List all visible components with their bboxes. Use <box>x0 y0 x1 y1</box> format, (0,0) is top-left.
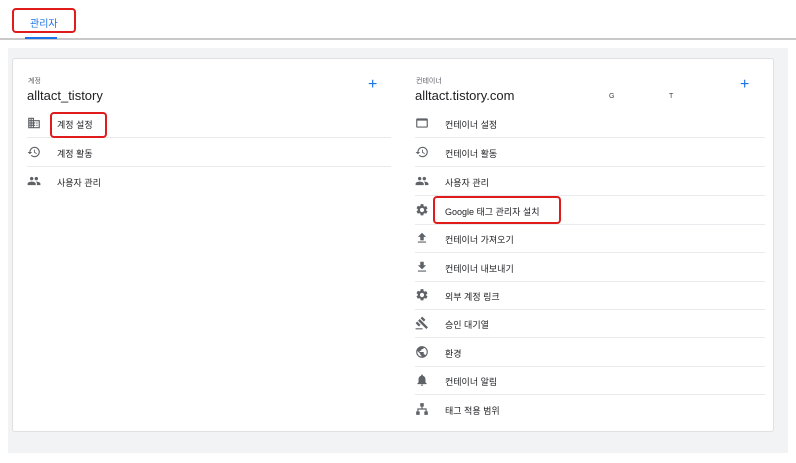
history-icon <box>27 146 40 158</box>
admin-card: 계정 alltact_tistory + 계정 설정 계정 활동 사용자 관리 … <box>12 58 774 432</box>
tag-coverage-label: 태그 적용 범위 <box>445 406 500 416</box>
container-user-management-item[interactable]: 사용자 관리 <box>415 168 765 196</box>
history-icon <box>415 146 428 158</box>
environments-item[interactable]: 환경 <box>415 339 765 367</box>
tab-admin-label: 관리자 <box>30 19 58 30</box>
download-icon <box>417 261 427 272</box>
container-meta-a: G <box>609 93 615 100</box>
container-notifications-label: 컨테이너 알림 <box>445 377 498 387</box>
export-container-label: 컨테이너 내보내기 <box>445 264 514 274</box>
bell-icon <box>417 374 427 386</box>
import-container-item[interactable]: 컨테이너 가져오기 <box>415 225 765 253</box>
export-container-item[interactable]: 컨테이너 내보내기 <box>415 254 765 282</box>
container-activity-label: 컨테이너 활동 <box>445 149 498 159</box>
browser-icon <box>416 118 428 128</box>
import-container-label: 컨테이너 가져오기 <box>445 235 514 245</box>
tab-admin[interactable]: 관리자 <box>12 8 76 33</box>
approval-queue-item[interactable]: 승인 대기열 <box>415 310 765 338</box>
highlight-account-settings <box>50 112 107 138</box>
tab-active-indicator <box>25 37 57 39</box>
gavel-icon <box>415 316 428 330</box>
container-meta-b: T <box>669 93 674 100</box>
account-user-management-label: 사용자 관리 <box>57 178 101 188</box>
account-activity-item[interactable]: 계정 활동 <box>27 139 391 167</box>
container-settings-label: 컨테이너 설정 <box>445 120 498 130</box>
gear-icon <box>416 204 428 216</box>
top-tab-bar: 관리자 <box>0 0 796 40</box>
account-user-management-item[interactable]: 사용자 관리 <box>27 168 391 196</box>
add-account-button[interactable]: + <box>368 77 377 93</box>
highlight-install-gtm <box>433 196 561 224</box>
upload-icon <box>417 232 427 243</box>
external-account-links-item[interactable]: 외부 계정 링크 <box>415 282 765 310</box>
container-activity-item[interactable]: 컨테이너 활동 <box>415 139 765 167</box>
account-name: alltact_tistory <box>27 88 103 103</box>
account-activity-label: 계정 활동 <box>57 149 93 159</box>
container-name: alltact.tistory.com <box>415 88 515 103</box>
people-icon <box>415 176 429 186</box>
container-user-management-label: 사용자 관리 <box>445 178 489 188</box>
approval-queue-label: 승인 대기열 <box>445 320 489 330</box>
sitemap-icon <box>416 403 428 415</box>
add-container-button[interactable]: + <box>740 77 749 93</box>
environments-label: 환경 <box>445 349 462 359</box>
external-account-links-label: 외부 계정 링크 <box>445 292 500 302</box>
container-notifications-item[interactable]: 컨테이너 알림 <box>415 367 765 395</box>
building-icon <box>28 117 40 129</box>
people-icon <box>27 176 41 186</box>
tag-coverage-item[interactable]: 태그 적용 범위 <box>415 396 765 424</box>
gear-icon <box>416 289 428 301</box>
account-section-label: 계정 <box>28 78 41 85</box>
container-section-label: 컨테이너 <box>416 78 442 85</box>
container-settings-item[interactable]: 컨테이너 설정 <box>415 110 765 138</box>
globe-icon <box>416 346 428 358</box>
